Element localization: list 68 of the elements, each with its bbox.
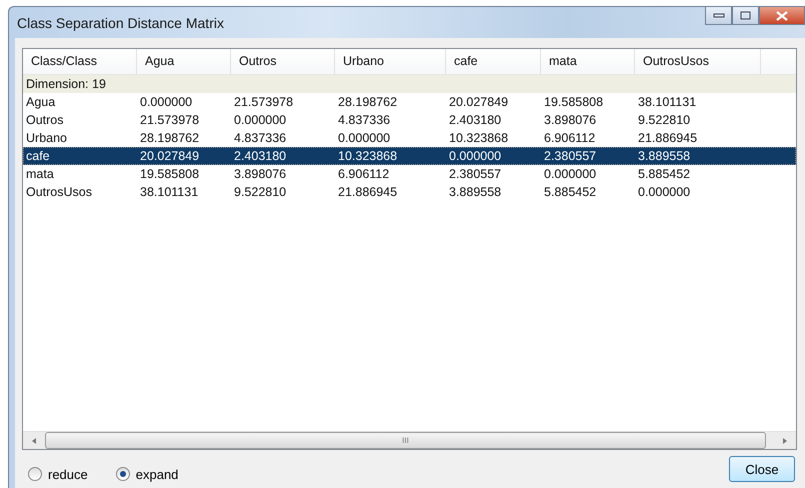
table-cell-text: OutrosUsos: [25, 184, 93, 201]
table-cell-text: 38.101131: [637, 94, 698, 111]
table-cell-text: 3.889558: [448, 184, 502, 201]
column-header[interactable]: cafe: [446, 49, 541, 74]
table-cell-text: 5.885452: [637, 166, 692, 183]
column-header[interactable]: OutrosUsos: [635, 49, 761, 74]
table-cell-text: 2.403180: [233, 148, 288, 165]
table-row[interactable]: OutrosUsos 38.101131 9.522810 21.886945 3.889558 5.885452 0.000000: [23, 183, 796, 201]
column-header[interactable]: Outros: [231, 49, 335, 74]
close-dialog-button[interactable]: Close: [729, 456, 795, 482]
table-cell-text: 0.000000: [139, 94, 194, 111]
column-header[interactable]: Agua: [137, 49, 231, 74]
table-cell-text: 10.323868: [448, 130, 510, 147]
table-cell-text: Outros: [25, 112, 65, 129]
table-cell-text: 20.027849: [448, 94, 510, 111]
close-icon: [776, 10, 788, 20]
table-cell-text: 3.898076: [233, 166, 288, 183]
table-cell-text: 21.573978: [139, 112, 200, 129]
table-row[interactable]: Urbano 28.198762 4.837336 0.000000 10.323868 6.906112 21.886945: [23, 129, 796, 147]
table-cell-text: 20.027849: [139, 148, 200, 165]
table-row[interactable]: Agua 0.000000 21.573978 28.198762 20.027849 19.585808 38.101131: [23, 93, 796, 111]
column-header[interactable]: Class/Class: [23, 49, 137, 74]
close-button[interactable]: [759, 6, 805, 25]
table-cell-text: 21.886945: [337, 184, 398, 201]
radio-option[interactable]: reduce: [28, 466, 88, 482]
column-header[interactable]: mata: [541, 49, 635, 74]
table-cell-text: 4.837336: [233, 130, 288, 147]
minimize-button[interactable]: [705, 6, 732, 25]
maximize-icon: [740, 11, 751, 20]
table-cell-text: 19.585808: [543, 94, 604, 111]
table-cell-text: 9.522810: [233, 184, 288, 201]
table-cell-text: 4.837336: [337, 112, 392, 129]
table-cell-text: 3.889558: [637, 148, 692, 165]
table-cell-text: 0.000000: [448, 148, 502, 165]
table-cell-text: 6.906112: [337, 166, 390, 183]
table-cell-text: 21.573978: [233, 94, 294, 111]
table-cell-text: 28.198762: [337, 94, 398, 111]
maximize-button[interactable]: [732, 6, 759, 25]
table-cell-text: 0.000000: [233, 112, 288, 129]
radio-button[interactable]: [116, 467, 130, 481]
window-title: Class Separation Distance Matrix: [17, 14, 224, 30]
table-cell-text: 2.403180: [448, 112, 502, 129]
table-cell-text: 19.585808: [139, 166, 200, 183]
table-cell-text: 28.198762: [139, 130, 200, 147]
table-cell-text: 38.101131: [139, 184, 200, 201]
table-cell-text: 3.898076: [543, 112, 598, 129]
table-cell-text: 0.000000: [637, 184, 692, 201]
table-row[interactable]: Outros 21.573978 0.000000 4.837336 2.403180 3.898076 9.522810: [23, 111, 796, 129]
minimize-icon: [712, 12, 724, 18]
table-row[interactable]: cafe 20.027849 2.403180 10.323868 0.000000 2.380557 3.889558: [23, 147, 796, 165]
group-label: Dimension: 19: [26, 77, 106, 91]
table-cell-text: 6.906112: [543, 130, 596, 147]
table-cell-text: 10.323868: [337, 148, 398, 165]
column-header[interactable]: Urbano: [335, 49, 446, 74]
table-cell-text: 2.380557: [543, 148, 598, 165]
table-cell-text: Urbano: [25, 130, 68, 147]
table-row[interactable]: mata 19.585808 3.898076 6.906112 2.380557 0.000000 5.885452: [23, 165, 796, 183]
table-cell-text: 9.522810: [637, 112, 692, 129]
table-cell-text: 2.380557: [448, 166, 502, 183]
table-cell-text: 21.886945: [637, 130, 698, 147]
radio-button[interactable]: [28, 467, 42, 481]
table-cell-text: 0.000000: [337, 130, 392, 147]
table-cell-text: 5.885452: [543, 184, 598, 201]
table-cell-text: mata: [25, 166, 55, 183]
table-cell-text: 0.000000: [543, 166, 598, 183]
table-cell-text: cafe: [25, 148, 51, 165]
radio-option[interactable]: expand: [116, 466, 178, 482]
table-cell-text: Agua: [25, 94, 56, 111]
